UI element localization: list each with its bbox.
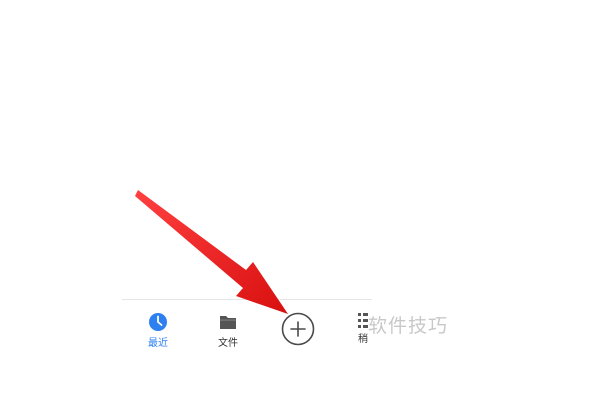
tab-partial-label: 稍 [358, 334, 368, 345]
watermark-text: 软件技巧 [368, 315, 449, 337]
add-button[interactable] [281, 312, 315, 346]
clock-icon [149, 313, 167, 331]
tab-files[interactable]: 文件 [208, 308, 248, 352]
tab-files-label: 文件 [218, 338, 238, 349]
tab-recent-label: 最近 [148, 338, 168, 349]
bottom-tab-bar: 最近 文件 稍 [122, 300, 372, 360]
screen: 最近 文件 稍 软件技巧 [0, 0, 600, 400]
folder-icon [220, 316, 236, 329]
tab-recent[interactable]: 最近 [138, 308, 178, 352]
list-icon [358, 313, 368, 328]
